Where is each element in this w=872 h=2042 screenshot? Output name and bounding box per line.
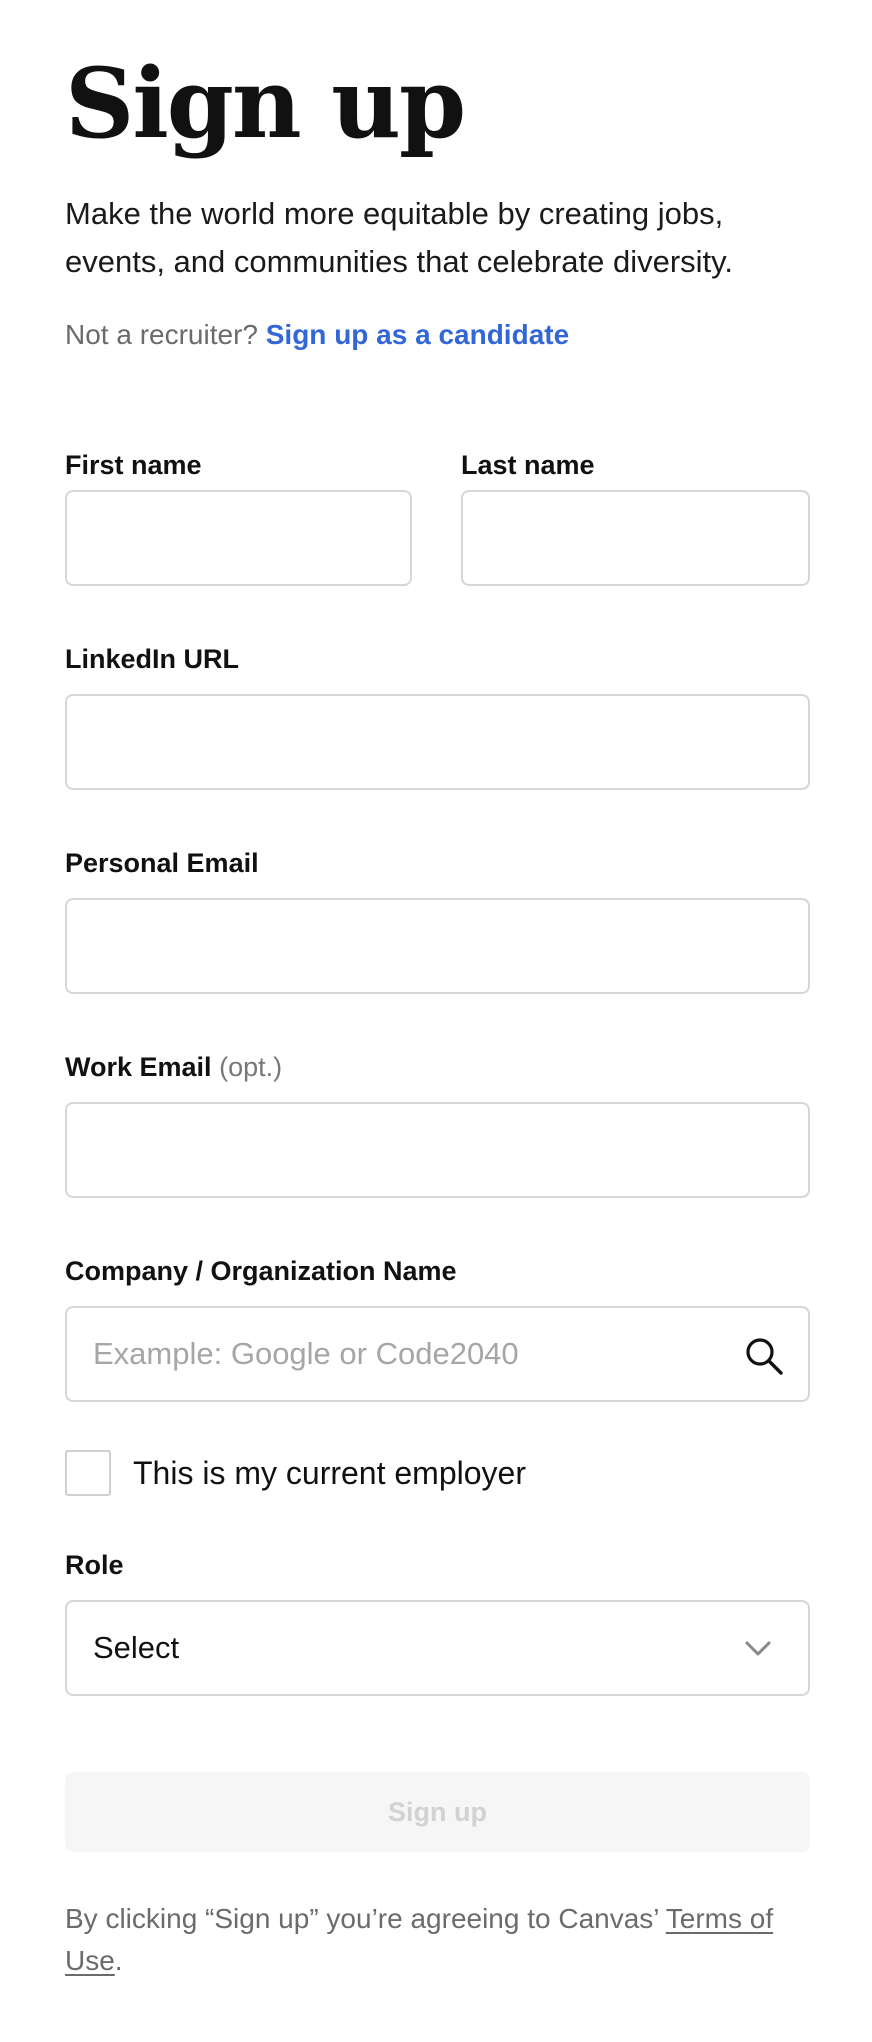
linkedin-url-input[interactable] — [93, 696, 728, 788]
terms-suffix: . — [114, 1945, 123, 1976]
company-search-input[interactable] — [93, 1308, 728, 1400]
search-icon[interactable] — [744, 1336, 784, 1376]
chevron-down-icon — [745, 1641, 771, 1656]
last-name-field[interactable] — [461, 490, 810, 586]
company-search-field[interactable] — [65, 1306, 810, 1402]
first-name-field[interactable] — [65, 490, 412, 586]
last-name-label: Last name — [461, 450, 595, 480]
linkedin-url-label: LinkedIn URL — [65, 644, 239, 674]
last-name-input[interactable] — [489, 492, 728, 584]
candidate-prompt: Not a recruiter? Sign up as a candidate — [65, 316, 569, 354]
personal-email-input[interactable] — [93, 900, 728, 992]
current-employer-label[interactable]: This is my current employer — [133, 1452, 526, 1494]
work-email-input[interactable] — [93, 1104, 728, 1196]
personal-email-field[interactable] — [65, 898, 810, 994]
first-name-label: First name — [65, 450, 202, 480]
terms-prefix: By clicking “Sign up” you’re agreeing to… — [65, 1903, 666, 1934]
role-select[interactable]: Select — [65, 1600, 810, 1696]
role-select-value: Select — [93, 1630, 180, 1665]
candidate-signup-link[interactable]: Sign up as a candidate — [266, 319, 569, 350]
linkedin-url-field[interactable] — [65, 694, 810, 790]
company-label: Company / Organization Name — [65, 1256, 457, 1286]
page-title: Sign up — [65, 47, 466, 160]
page-subtitle: Make the world more equitable by creatin… — [65, 196, 733, 279]
terms-notice: By clicking “Sign up” you’re agreeing to… — [65, 1898, 810, 1982]
first-name-input[interactable] — [93, 492, 330, 584]
work-email-field[interactable] — [65, 1102, 810, 1198]
work-email-label: Work Email (opt.) — [65, 1050, 282, 1084]
personal-email-label: Personal Email — [65, 848, 259, 878]
signup-button[interactable]: Sign up — [65, 1772, 810, 1852]
role-label: Role — [65, 1550, 124, 1580]
current-employer-checkbox[interactable] — [65, 1450, 111, 1496]
optional-tag: (opt.) — [219, 1052, 283, 1082]
candidate-prompt-text: Not a recruiter? — [65, 319, 258, 350]
work-email-label-text: Work Email — [65, 1052, 212, 1082]
